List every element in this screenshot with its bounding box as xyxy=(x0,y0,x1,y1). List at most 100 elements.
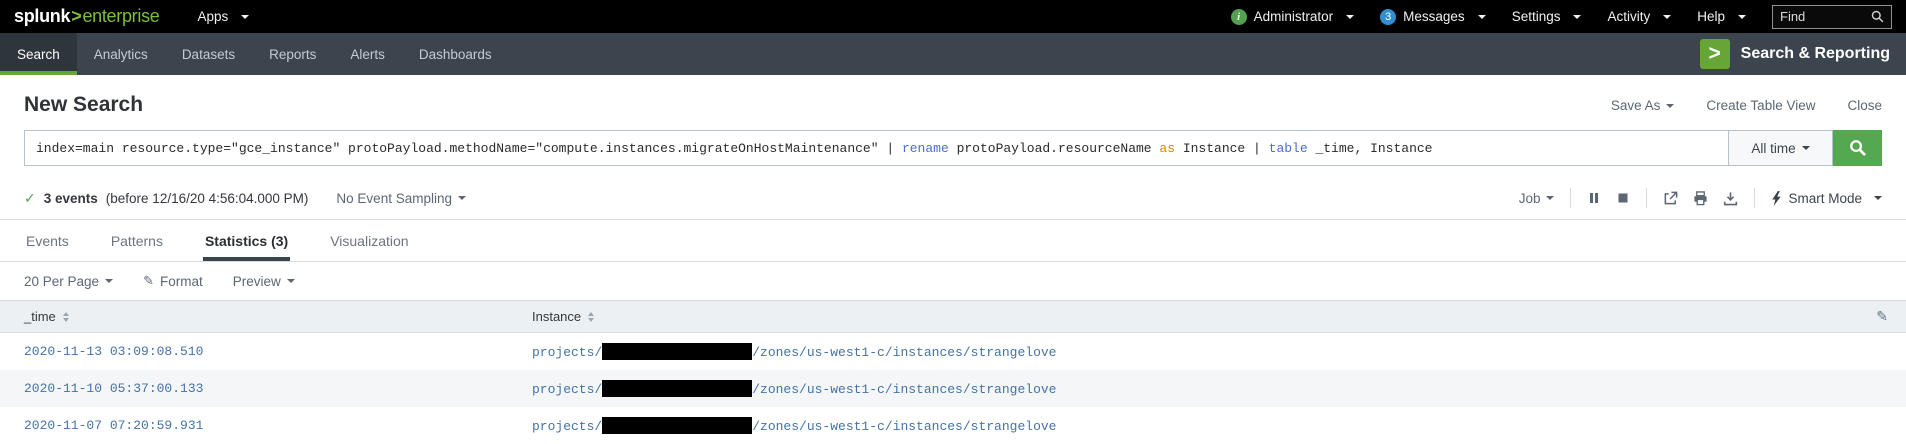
time-range-picker[interactable]: All time xyxy=(1729,130,1833,166)
help-menu[interactable]: Help xyxy=(1697,0,1746,33)
find-search-box[interactable] xyxy=(1772,5,1892,29)
nav-label: Alerts xyxy=(350,47,385,62)
cell-instance[interactable]: projects//zones/us-west1-c/instances/str… xyxy=(524,333,1064,370)
administrator-menu[interactable]: i Administrator xyxy=(1231,0,1355,33)
search-mode-selector[interactable]: Smart Mode xyxy=(1771,191,1882,206)
stop-button[interactable] xyxy=(1616,191,1630,205)
help-label: Help xyxy=(1697,9,1725,24)
per-page-label: 20 Per Page xyxy=(24,274,99,289)
preview-label: Preview xyxy=(233,274,281,289)
logo-product: enterprise xyxy=(82,6,159,27)
nav-label: Datasets xyxy=(182,47,235,62)
search-button[interactable] xyxy=(1833,130,1882,166)
share-button[interactable] xyxy=(1663,191,1678,206)
tab-visualization[interactable]: Visualization xyxy=(328,220,410,261)
create-table-view-button[interactable]: Create Table View xyxy=(1706,98,1815,113)
results-tabs: Events Patterns Statistics (3) Visualiza… xyxy=(0,220,1906,262)
search-query-input[interactable]: index=main resource.type="gce_instance" … xyxy=(24,130,1729,166)
nav-item-analytics[interactable]: Analytics xyxy=(77,33,165,75)
column-header-time[interactable]: _time xyxy=(0,301,524,332)
format-button[interactable]: ✎ Format xyxy=(143,273,203,289)
query-command: table xyxy=(1269,141,1308,156)
tab-statistics[interactable]: Statistics (3) xyxy=(203,220,290,261)
save-as-button[interactable]: Save As xyxy=(1611,98,1675,113)
query-text: index=main resource.type="gce_instance" … xyxy=(36,141,902,156)
page-title: New Search xyxy=(24,93,143,117)
messages-menu[interactable]: 3 Messages xyxy=(1380,0,1486,33)
export-button[interactable] xyxy=(1723,191,1738,206)
tab-patterns[interactable]: Patterns xyxy=(109,220,165,261)
event-sampling-menu[interactable]: No Event Sampling xyxy=(336,191,466,206)
job-menu[interactable]: Job xyxy=(1519,191,1555,206)
print-button[interactable] xyxy=(1693,191,1708,206)
table-row: 2020-11-07 07:20:59.931 projects//zones/… xyxy=(0,407,1906,444)
chevron-down-icon xyxy=(458,196,466,200)
per-page-selector[interactable]: 20 Per Page xyxy=(24,274,113,289)
head-actions: Save As Create Table View Close xyxy=(1611,98,1882,113)
column-header-label: Instance xyxy=(532,309,581,324)
find-input[interactable] xyxy=(1780,9,1865,24)
top-bar-left: splunk > enterprise Apps xyxy=(14,0,249,33)
divider xyxy=(1646,188,1647,208)
search-bar: index=main resource.type="gce_instance" … xyxy=(24,130,1882,166)
app-nav-bar: Search Analytics Datasets Reports Alerts… xyxy=(0,33,1906,75)
close-button[interactable]: Close xyxy=(1847,98,1882,113)
create-table-view-label: Create Table View xyxy=(1706,98,1815,113)
export-icon xyxy=(1723,191,1738,206)
tab-label: Events xyxy=(26,233,69,249)
redaction-box xyxy=(602,417,752,434)
chevron-down-icon xyxy=(1663,15,1671,19)
chevron-down-icon xyxy=(1666,104,1674,108)
preview-selector[interactable]: Preview xyxy=(233,274,295,289)
event-count: 3 events xyxy=(44,191,98,206)
cell-instance[interactable]: projects//zones/us-west1-c/instances/str… xyxy=(524,407,1064,444)
tab-events[interactable]: Events xyxy=(24,220,71,261)
app-nav-tabs: Search Analytics Datasets Reports Alerts… xyxy=(0,33,509,75)
edit-columns-button[interactable]: ✎ xyxy=(1876,308,1888,325)
close-label: Close xyxy=(1847,98,1882,113)
cell-time[interactable]: 2020-11-07 07:20:59.931 xyxy=(0,408,524,443)
sort-icon xyxy=(63,312,69,322)
activity-label: Activity xyxy=(1607,9,1650,24)
splunk-logo[interactable]: splunk > enterprise xyxy=(14,6,159,27)
nav-item-reports[interactable]: Reports xyxy=(252,33,333,75)
job-label: Job xyxy=(1519,191,1541,206)
nav-label: Analytics xyxy=(94,47,148,62)
query-text: protoPayload.resourceName xyxy=(949,141,1160,156)
check-icon: ✓ xyxy=(24,190,36,207)
chevron-down-icon xyxy=(1346,15,1354,19)
logo-gt-icon: > xyxy=(71,6,81,27)
stop-icon xyxy=(1616,191,1630,205)
print-icon xyxy=(1693,191,1708,206)
app-name: Search & Reporting xyxy=(1741,45,1890,63)
divider xyxy=(1570,188,1571,208)
tab-label: Patterns xyxy=(111,233,163,249)
nav-label: Search xyxy=(17,47,60,62)
apps-menu[interactable]: Apps xyxy=(197,0,249,33)
cell-time[interactable]: 2020-11-10 05:37:00.133 xyxy=(0,371,524,406)
settings-label: Settings xyxy=(1512,9,1561,24)
chevron-down-icon xyxy=(1738,15,1746,19)
app-identity[interactable]: > Search & Reporting xyxy=(1700,33,1906,75)
page-head: New Search Save As Create Table View Clo… xyxy=(0,75,1906,130)
settings-menu[interactable]: Settings xyxy=(1512,0,1582,33)
nav-item-search[interactable]: Search xyxy=(0,33,77,75)
instance-prefix: projects/ xyxy=(532,382,602,397)
divider xyxy=(1754,188,1755,208)
query-keyword: as xyxy=(1159,141,1175,156)
nav-item-alerts[interactable]: Alerts xyxy=(333,33,402,75)
cell-time[interactable]: 2020-11-13 03:09:08.510 xyxy=(0,334,524,369)
cell-instance[interactable]: projects//zones/us-west1-c/instances/str… xyxy=(524,370,1064,407)
share-icon xyxy=(1663,191,1678,206)
messages-label: Messages xyxy=(1403,9,1465,24)
nav-item-dashboards[interactable]: Dashboards xyxy=(402,33,509,75)
table-row: 2020-11-13 03:09:08.510 projects//zones/… xyxy=(0,333,1906,370)
instance-prefix: projects/ xyxy=(532,345,602,360)
chevron-down-icon xyxy=(241,15,249,19)
column-header-instance[interactable]: Instance xyxy=(524,301,602,332)
job-action-icons xyxy=(1587,191,1630,205)
job-controls: Job Smart Mode xyxy=(1519,188,1882,208)
pause-button[interactable] xyxy=(1587,191,1601,205)
nav-item-datasets[interactable]: Datasets xyxy=(165,33,252,75)
activity-menu[interactable]: Activity xyxy=(1607,0,1671,33)
